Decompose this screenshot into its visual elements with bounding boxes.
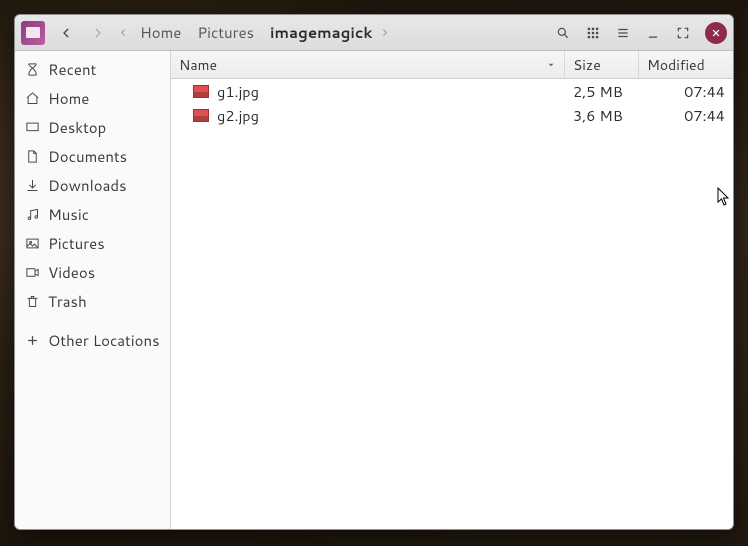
app-icon-files (21, 21, 45, 45)
sidebar-item-documents[interactable]: Documents (15, 142, 170, 171)
sidebar-item-videos[interactable]: Videos (15, 258, 170, 287)
hamburger-menu-button[interactable] (609, 19, 637, 47)
chevron-right-icon[interactable] (380, 28, 389, 37)
sidebar-item-label: Downloads (48, 175, 127, 196)
close-button[interactable] (705, 22, 727, 44)
image-file-icon (193, 109, 209, 122)
desktop-icon (25, 120, 40, 135)
column-header-name[interactable]: Name (171, 51, 565, 78)
breadcrumb-current-label: imagemagick (270, 22, 372, 43)
sidebar-item-label: Trash (48, 291, 87, 312)
sidebar-item-other-locations[interactable]: Other Locations (15, 326, 170, 355)
file-row[interactable]: g2.jpg 3,6 MB 07:44 (171, 103, 733, 127)
sidebar-item-trash[interactable]: Trash (15, 287, 170, 316)
file-size: 3,6 MB (565, 105, 639, 126)
plus-icon (25, 333, 40, 348)
file-modified: 07:44 (639, 105, 733, 126)
column-header-modified[interactable]: Modified (639, 51, 733, 78)
breadcrumb-pictures[interactable]: Pictures (189, 19, 262, 47)
pictures-icon (25, 236, 40, 251)
file-list-panel: Name Size Modified g1.jpg 2,5 MB 07 (171, 51, 733, 529)
breadcrumb-current[interactable]: imagemagick (262, 19, 380, 47)
search-button[interactable] (549, 19, 577, 47)
file-manager-window: Home Pictures imagemagick (14, 14, 734, 530)
file-row[interactable]: g1.jpg 2,5 MB 07:44 (171, 79, 733, 103)
sidebar-item-label: Home (48, 88, 89, 109)
sidebar-item-label: Recent (48, 59, 96, 80)
forward-button[interactable] (83, 19, 111, 47)
chevron-left-icon[interactable] (119, 28, 128, 37)
back-button[interactable] (53, 19, 81, 47)
titlebar: Home Pictures imagemagick (15, 15, 733, 51)
sidebar-item-label: Desktop (48, 117, 106, 138)
file-name: g1.jpg (217, 81, 565, 102)
column-header-size[interactable]: Size (565, 51, 639, 78)
file-list[interactable]: g1.jpg 2,5 MB 07:44 g2.jpg 3,6 MB 07:44 (171, 79, 733, 529)
view-grid-button[interactable] (579, 19, 607, 47)
breadcrumb-home[interactable]: Home (128, 19, 189, 47)
sidebar-item-label: Videos (48, 262, 95, 283)
sidebar-item-label: Documents (48, 146, 127, 167)
sidebar-item-label: Other Locations (48, 330, 160, 351)
image-file-icon (193, 85, 209, 98)
trash-icon (25, 294, 40, 309)
music-icon (25, 207, 40, 222)
breadcrumb-pictures-label: Pictures (197, 22, 254, 43)
column-label: Name (179, 55, 217, 75)
file-modified: 07:44 (639, 81, 733, 102)
sidebar-item-home[interactable]: Home (15, 84, 170, 113)
sidebar: Recent Home Desktop Documents Downloads … (15, 51, 171, 529)
sidebar-item-pictures[interactable]: Pictures (15, 229, 170, 258)
path-bar: Home Pictures imagemagick (119, 19, 389, 47)
sidebar-item-recent[interactable]: Recent (15, 55, 170, 84)
downloads-icon (25, 178, 40, 193)
maximize-button[interactable] (669, 19, 697, 47)
column-label: Size (573, 55, 601, 75)
home-icon (25, 91, 40, 106)
sidebar-item-desktop[interactable]: Desktop (15, 113, 170, 142)
file-name: g2.jpg (217, 105, 565, 126)
file-size: 2,5 MB (565, 81, 639, 102)
sidebar-item-downloads[interactable]: Downloads (15, 171, 170, 200)
sidebar-item-label: Pictures (48, 233, 105, 254)
minimize-button[interactable] (639, 19, 667, 47)
documents-icon (25, 149, 40, 164)
column-headers: Name Size Modified (171, 51, 733, 79)
sort-indicator-icon (546, 55, 556, 75)
videos-icon (25, 265, 40, 280)
column-label: Modified (647, 55, 705, 75)
recent-icon (25, 62, 40, 77)
sidebar-item-music[interactable]: Music (15, 200, 170, 229)
sidebar-item-label: Music (48, 204, 89, 225)
breadcrumb-home-label: Home (140, 22, 181, 43)
